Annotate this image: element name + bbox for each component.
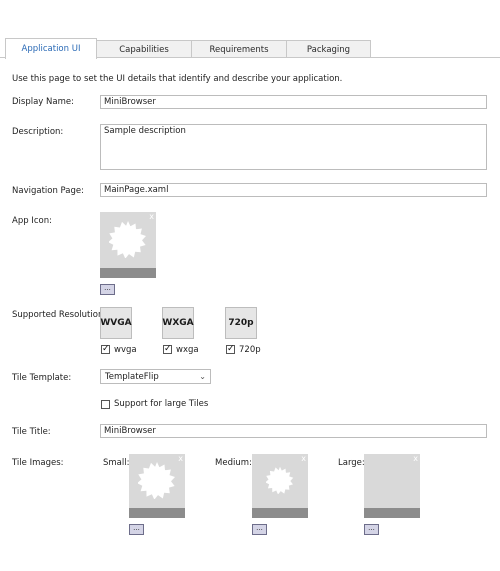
chevron-down-icon: ⌄ — [199, 372, 206, 381]
small-tile-image[interactable]: x — [129, 454, 185, 518]
small-tile-label: Small: — [103, 458, 130, 468]
large-tile-browse-button[interactable]: ... — [364, 524, 379, 535]
large-tiles-checkbox[interactable] — [101, 400, 110, 409]
tile-caption-bar — [364, 508, 420, 518]
large-tile-image[interactable]: x — [364, 454, 420, 518]
description-label: Description: — [12, 127, 64, 137]
intro-text: Use this page to set the UI details that… — [12, 74, 343, 84]
tab-label: Application UI — [21, 44, 81, 54]
tab-requirements[interactable]: Requirements — [191, 40, 287, 58]
720p-label: 720p — [239, 345, 261, 355]
navigation-page-field[interactable]: MainPage.xaml — [100, 183, 487, 197]
app-icon-image[interactable]: x — [100, 212, 156, 278]
description-field[interactable]: Sample description — [100, 124, 487, 170]
medium-tile-browse-button[interactable]: ... — [252, 524, 267, 535]
wvga-resolution-image: WVGA — [100, 307, 132, 339]
sunburst-icon — [109, 221, 146, 258]
tile-caption-bar — [100, 268, 156, 278]
close-icon[interactable]: x — [178, 454, 183, 463]
medium-tile-image[interactable]: x — [252, 454, 308, 518]
tile-title-label: Tile Title: — [12, 427, 51, 437]
sunburst-icon — [138, 462, 175, 499]
wvga-checkbox[interactable]: ✓ — [101, 345, 110, 354]
sunburst-icon — [266, 466, 294, 494]
tab-packaging[interactable]: Packaging — [286, 40, 371, 58]
tile-title-field[interactable]: MiniBrowser — [100, 424, 487, 438]
close-icon[interactable]: x — [301, 454, 306, 463]
wxga-resolution-image: WXGA — [162, 307, 194, 339]
large-tile-label: Large: — [338, 458, 365, 468]
tile-template-value: TemplateFlip — [105, 372, 159, 382]
tab-application-ui[interactable]: Application UI — [5, 38, 97, 59]
tile-caption-bar — [129, 508, 185, 518]
large-tiles-label: Support for large Tiles — [114, 399, 209, 409]
app-icon-browse-button[interactable]: ... — [100, 284, 115, 295]
wxga-checkbox[interactable]: ✓ — [163, 345, 172, 354]
tab-label: Packaging — [306, 44, 351, 55]
close-icon[interactable]: x — [413, 454, 418, 463]
wvga-label: wvga — [114, 345, 137, 355]
app-icon-label: App Icon: — [12, 216, 52, 226]
display-name-label: Display Name: — [12, 97, 74, 107]
tile-caption-bar — [252, 508, 308, 518]
close-icon[interactable]: x — [149, 212, 154, 221]
tab-capabilities[interactable]: Capabilities — [96, 40, 192, 58]
tab-bar: Application UI Capabilities Requirements… — [0, 0, 500, 59]
tile-images-label: Tile Images: — [12, 458, 64, 468]
application-ui-panel: Use this page to set the UI details that… — [0, 57, 500, 542]
medium-tile-label: Medium: — [215, 458, 252, 468]
wxga-label: wxga — [176, 345, 199, 355]
small-tile-browse-button[interactable]: ... — [129, 524, 144, 535]
720p-checkbox[interactable]: ✓ — [226, 345, 235, 354]
tile-template-dropdown[interactable]: TemplateFlip ⌄ — [100, 369, 211, 384]
tile-template-label: Tile Template: — [12, 373, 72, 383]
tab-label: Capabilities — [119, 44, 169, 55]
720p-resolution-image: 720p — [225, 307, 257, 339]
tab-label: Requirements — [209, 44, 269, 55]
display-name-field[interactable]: MiniBrowser — [100, 95, 487, 109]
supported-resolutions-label: Supported Resolutions: — [12, 310, 111, 320]
navigation-page-label: Navigation Page: — [12, 186, 84, 196]
